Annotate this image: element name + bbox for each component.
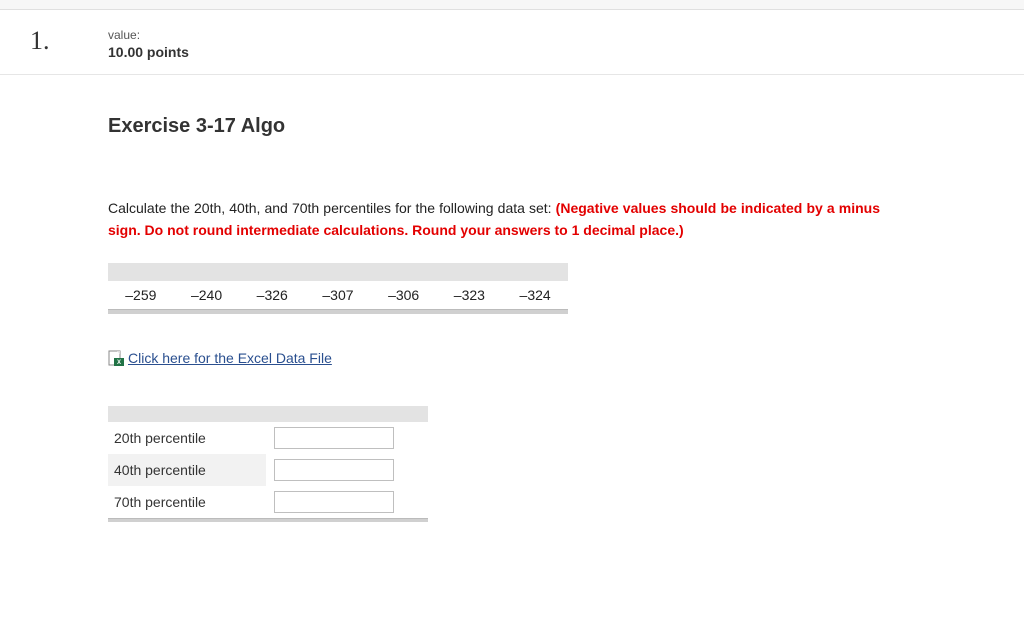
- value-points: 10.00 points: [108, 44, 189, 60]
- answer-row: 40th percentile: [108, 454, 428, 486]
- question-number: 1.: [30, 28, 108, 54]
- data-table-wrap: –259 –240 –326 –307 –306 –323 –324: [108, 263, 880, 314]
- percentile-70-input[interactable]: [274, 491, 394, 513]
- answer-table: 20th percentile 40th percentile 70th per…: [108, 406, 428, 523]
- exercise-title: Exercise 3-17 Algo: [108, 115, 880, 138]
- answer-row: 70th percentile: [108, 486, 428, 519]
- prompt-main: Calculate the 20th, 40th, and 70th perce…: [108, 200, 556, 216]
- data-cell: –307: [305, 281, 371, 310]
- data-row: –259 –240 –326 –307 –306 –323 –324: [108, 281, 568, 310]
- answer-table-wrap: 20th percentile 40th percentile 70th per…: [108, 406, 428, 523]
- data-cell: –259: [108, 281, 174, 310]
- answer-label: 20th percentile: [108, 422, 266, 454]
- percentile-40-input[interactable]: [274, 459, 394, 481]
- data-cell: –240: [174, 281, 240, 310]
- table-shadow: [108, 310, 568, 314]
- data-table: –259 –240 –326 –307 –306 –323 –324: [108, 263, 568, 314]
- question-header: 1. value: 10.00 points: [0, 10, 1024, 75]
- excel-file-link[interactable]: Click here for the Excel Data File: [128, 350, 332, 366]
- table-shadow: [108, 518, 428, 522]
- answer-label: 70th percentile: [108, 486, 266, 519]
- data-cell: –306: [371, 281, 437, 310]
- data-cell: –323: [437, 281, 503, 310]
- answer-table-header-bar: [108, 406, 428, 422]
- svg-text:X: X: [117, 360, 121, 366]
- data-table-header-bar: [108, 263, 568, 281]
- value-label: value:: [108, 28, 189, 42]
- answer-row: 20th percentile: [108, 422, 428, 454]
- value-block: value: 10.00 points: [108, 28, 189, 60]
- top-bar: [0, 0, 1024, 10]
- excel-icon: X: [108, 350, 124, 366]
- data-cell: –326: [239, 281, 305, 310]
- percentile-20-input[interactable]: [274, 427, 394, 449]
- data-cell: –324: [502, 281, 568, 310]
- answer-input-cell: [266, 454, 428, 486]
- content-area: Exercise 3-17 Algo Calculate the 20th, 4…: [0, 75, 910, 522]
- file-link-row: X Click here for the Excel Data File: [108, 350, 880, 366]
- exercise-prompt: Calculate the 20th, 40th, and 70th perce…: [108, 198, 880, 241]
- answer-label: 40th percentile: [108, 454, 266, 486]
- answer-input-cell: [266, 486, 428, 519]
- answer-input-cell: [266, 422, 428, 454]
